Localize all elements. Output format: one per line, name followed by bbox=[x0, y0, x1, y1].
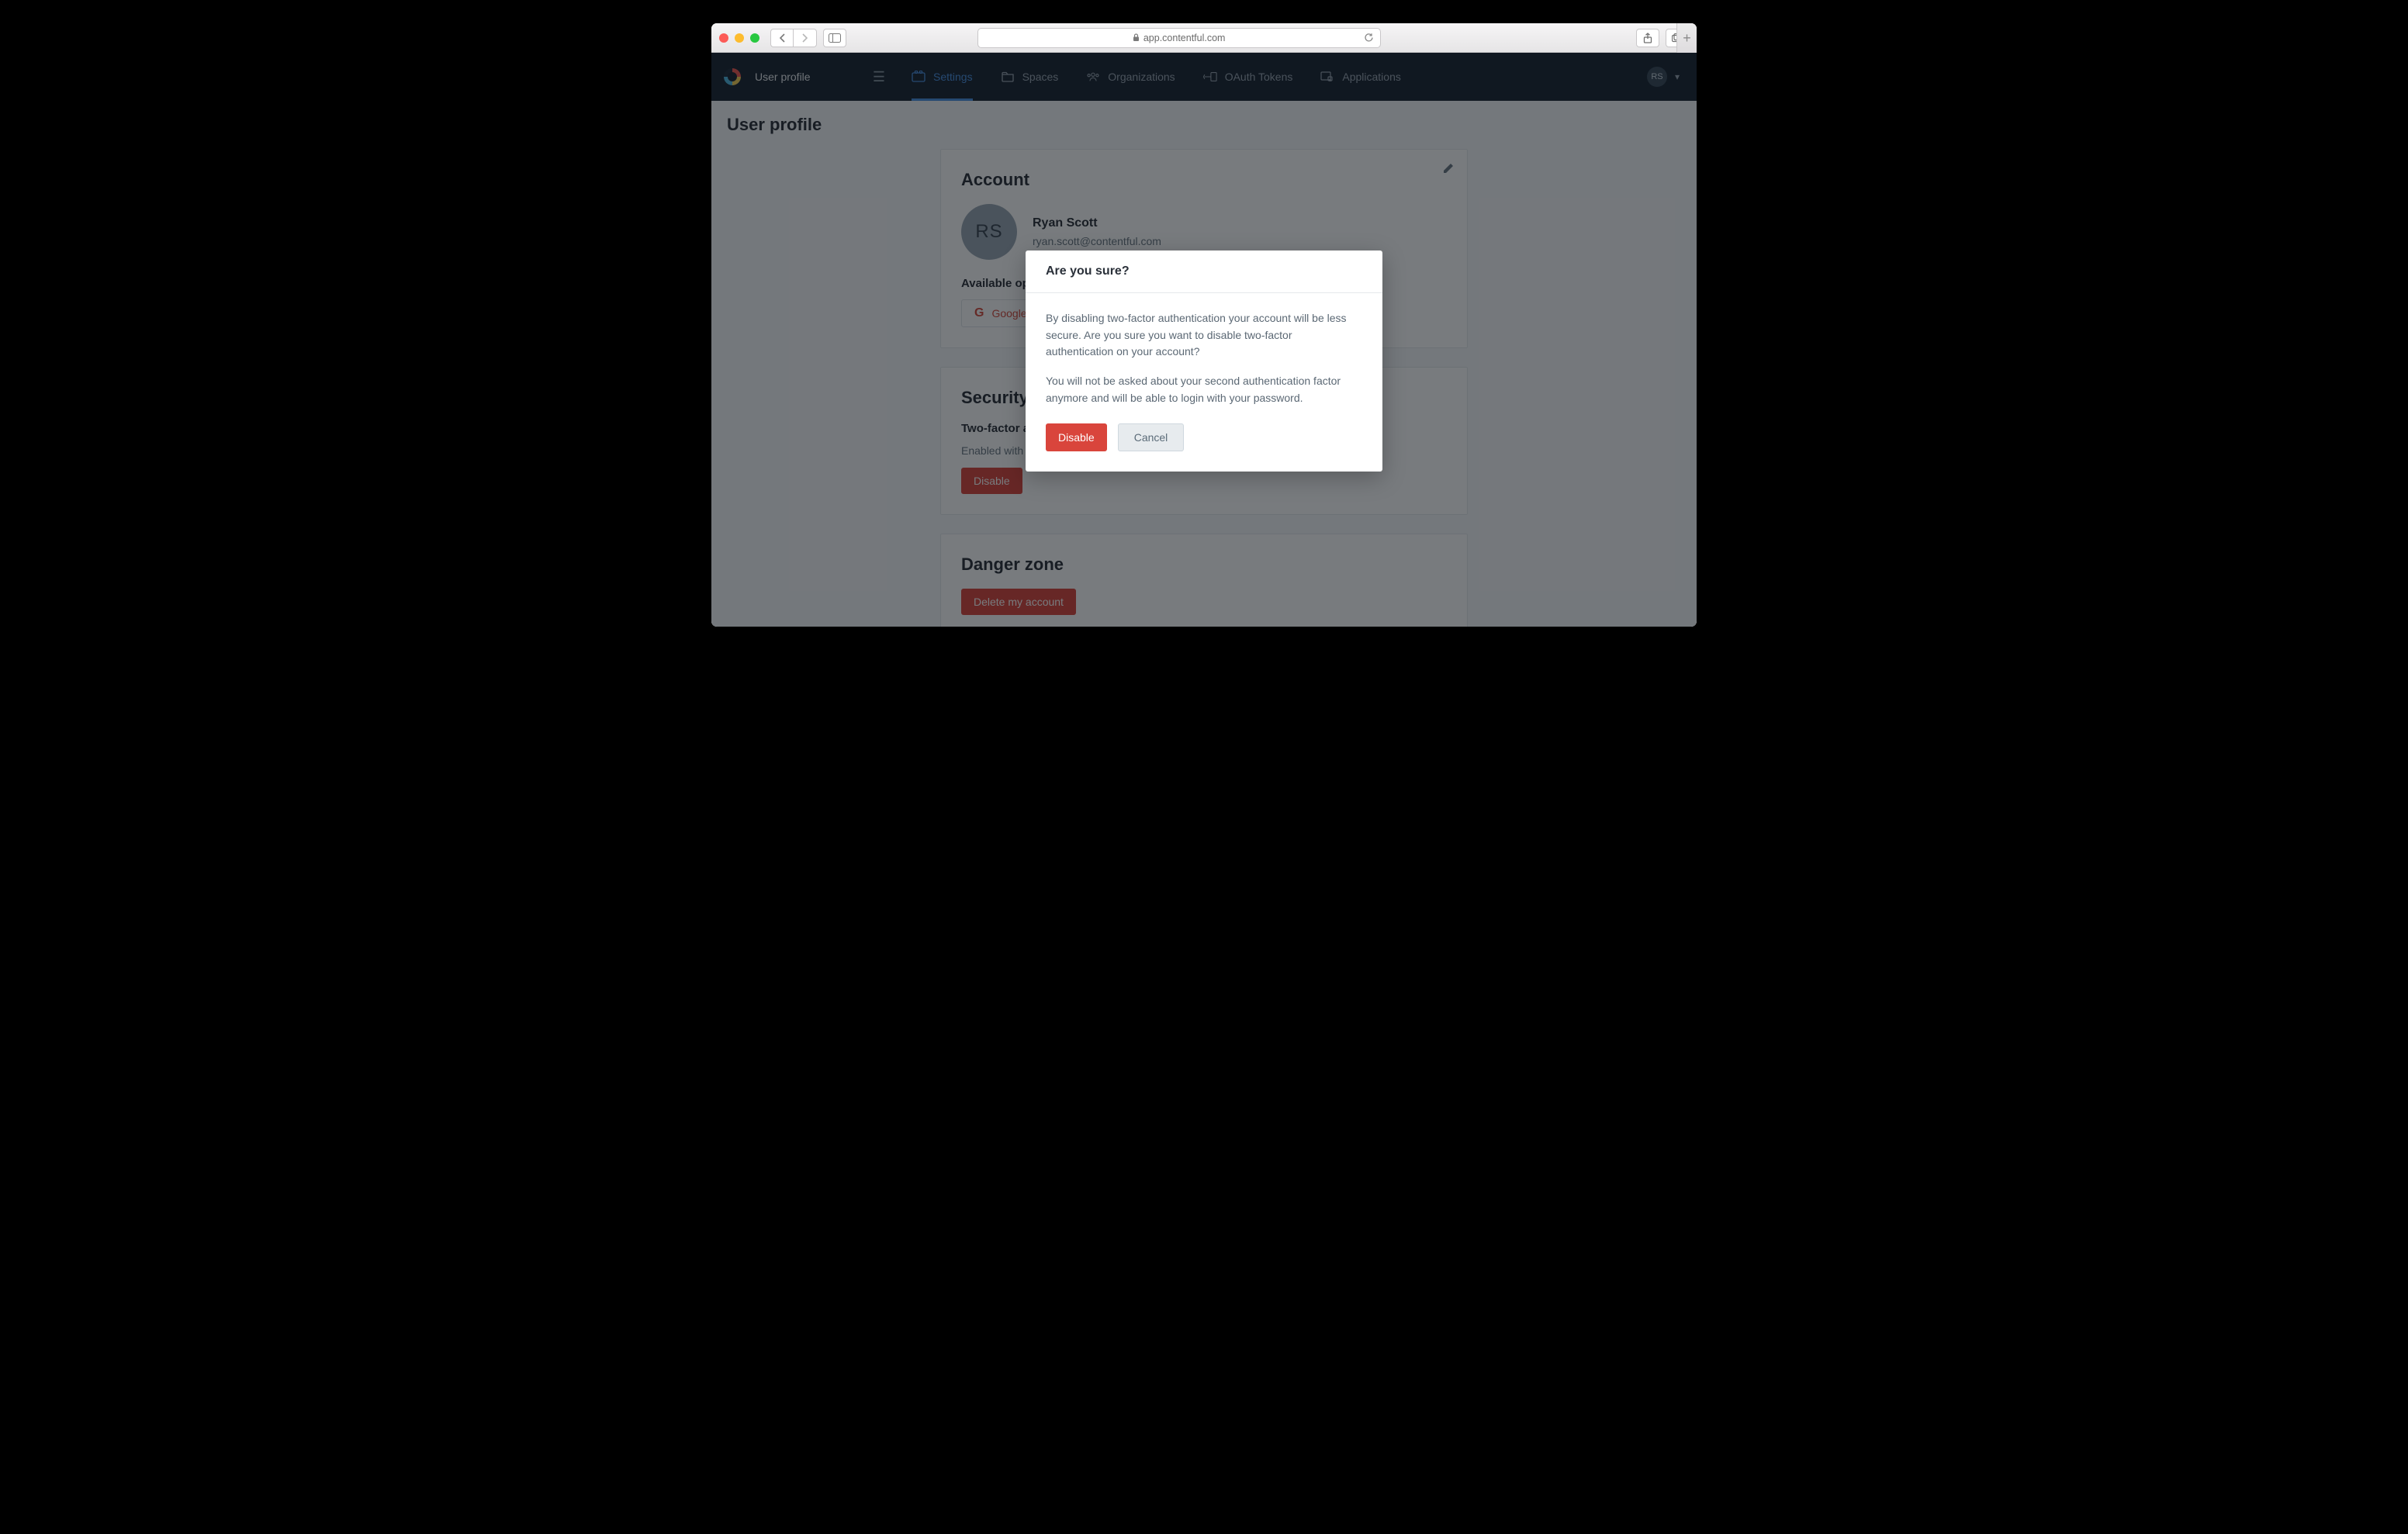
confirm-disable-2fa-modal: Are you sure? By disabling two-factor au… bbox=[1026, 250, 1382, 472]
modal-overlay[interactable]: Are you sure? By disabling two-factor au… bbox=[711, 53, 1697, 627]
modal-actions: Disable Cancel bbox=[1026, 423, 1382, 472]
url-bar[interactable]: app.contentful.com bbox=[977, 28, 1381, 48]
modal-cancel-button[interactable]: Cancel bbox=[1118, 423, 1185, 451]
share-button[interactable] bbox=[1636, 29, 1659, 47]
modal-paragraph-2: You will not be asked about your second … bbox=[1046, 373, 1362, 406]
modal-title: Are you sure? bbox=[1046, 264, 1362, 278]
window-controls bbox=[719, 33, 759, 43]
modal-header: Are you sure? bbox=[1026, 250, 1382, 293]
browser-toolbar: app.contentful.com bbox=[711, 23, 1697, 53]
nav-back-forward-group bbox=[770, 29, 817, 47]
modal-body: By disabling two-factor authentication y… bbox=[1026, 293, 1382, 423]
window-close-button[interactable] bbox=[719, 33, 728, 43]
url-text: app.contentful.com bbox=[1143, 33, 1226, 43]
modal-confirm-label: Disable bbox=[1058, 431, 1095, 444]
app-viewport: User profile ☰ Settings Spaces bbox=[711, 53, 1697, 627]
window-minimize-button[interactable] bbox=[735, 33, 744, 43]
nav-back-button[interactable] bbox=[770, 29, 794, 47]
browser-window: app.contentful.com + User profile ☰ bbox=[711, 23, 1697, 627]
window-zoom-button[interactable] bbox=[750, 33, 759, 43]
sidebar-toggle-button[interactable] bbox=[823, 29, 846, 47]
modal-cancel-label: Cancel bbox=[1134, 431, 1168, 444]
modal-confirm-button[interactable]: Disable bbox=[1046, 423, 1107, 451]
lock-icon bbox=[1133, 33, 1140, 42]
modal-paragraph-1: By disabling two-factor authentication y… bbox=[1046, 310, 1362, 361]
reload-icon[interactable] bbox=[1364, 33, 1374, 43]
new-tab-button[interactable]: + bbox=[1676, 23, 1697, 53]
nav-forward-button[interactable] bbox=[794, 29, 817, 47]
